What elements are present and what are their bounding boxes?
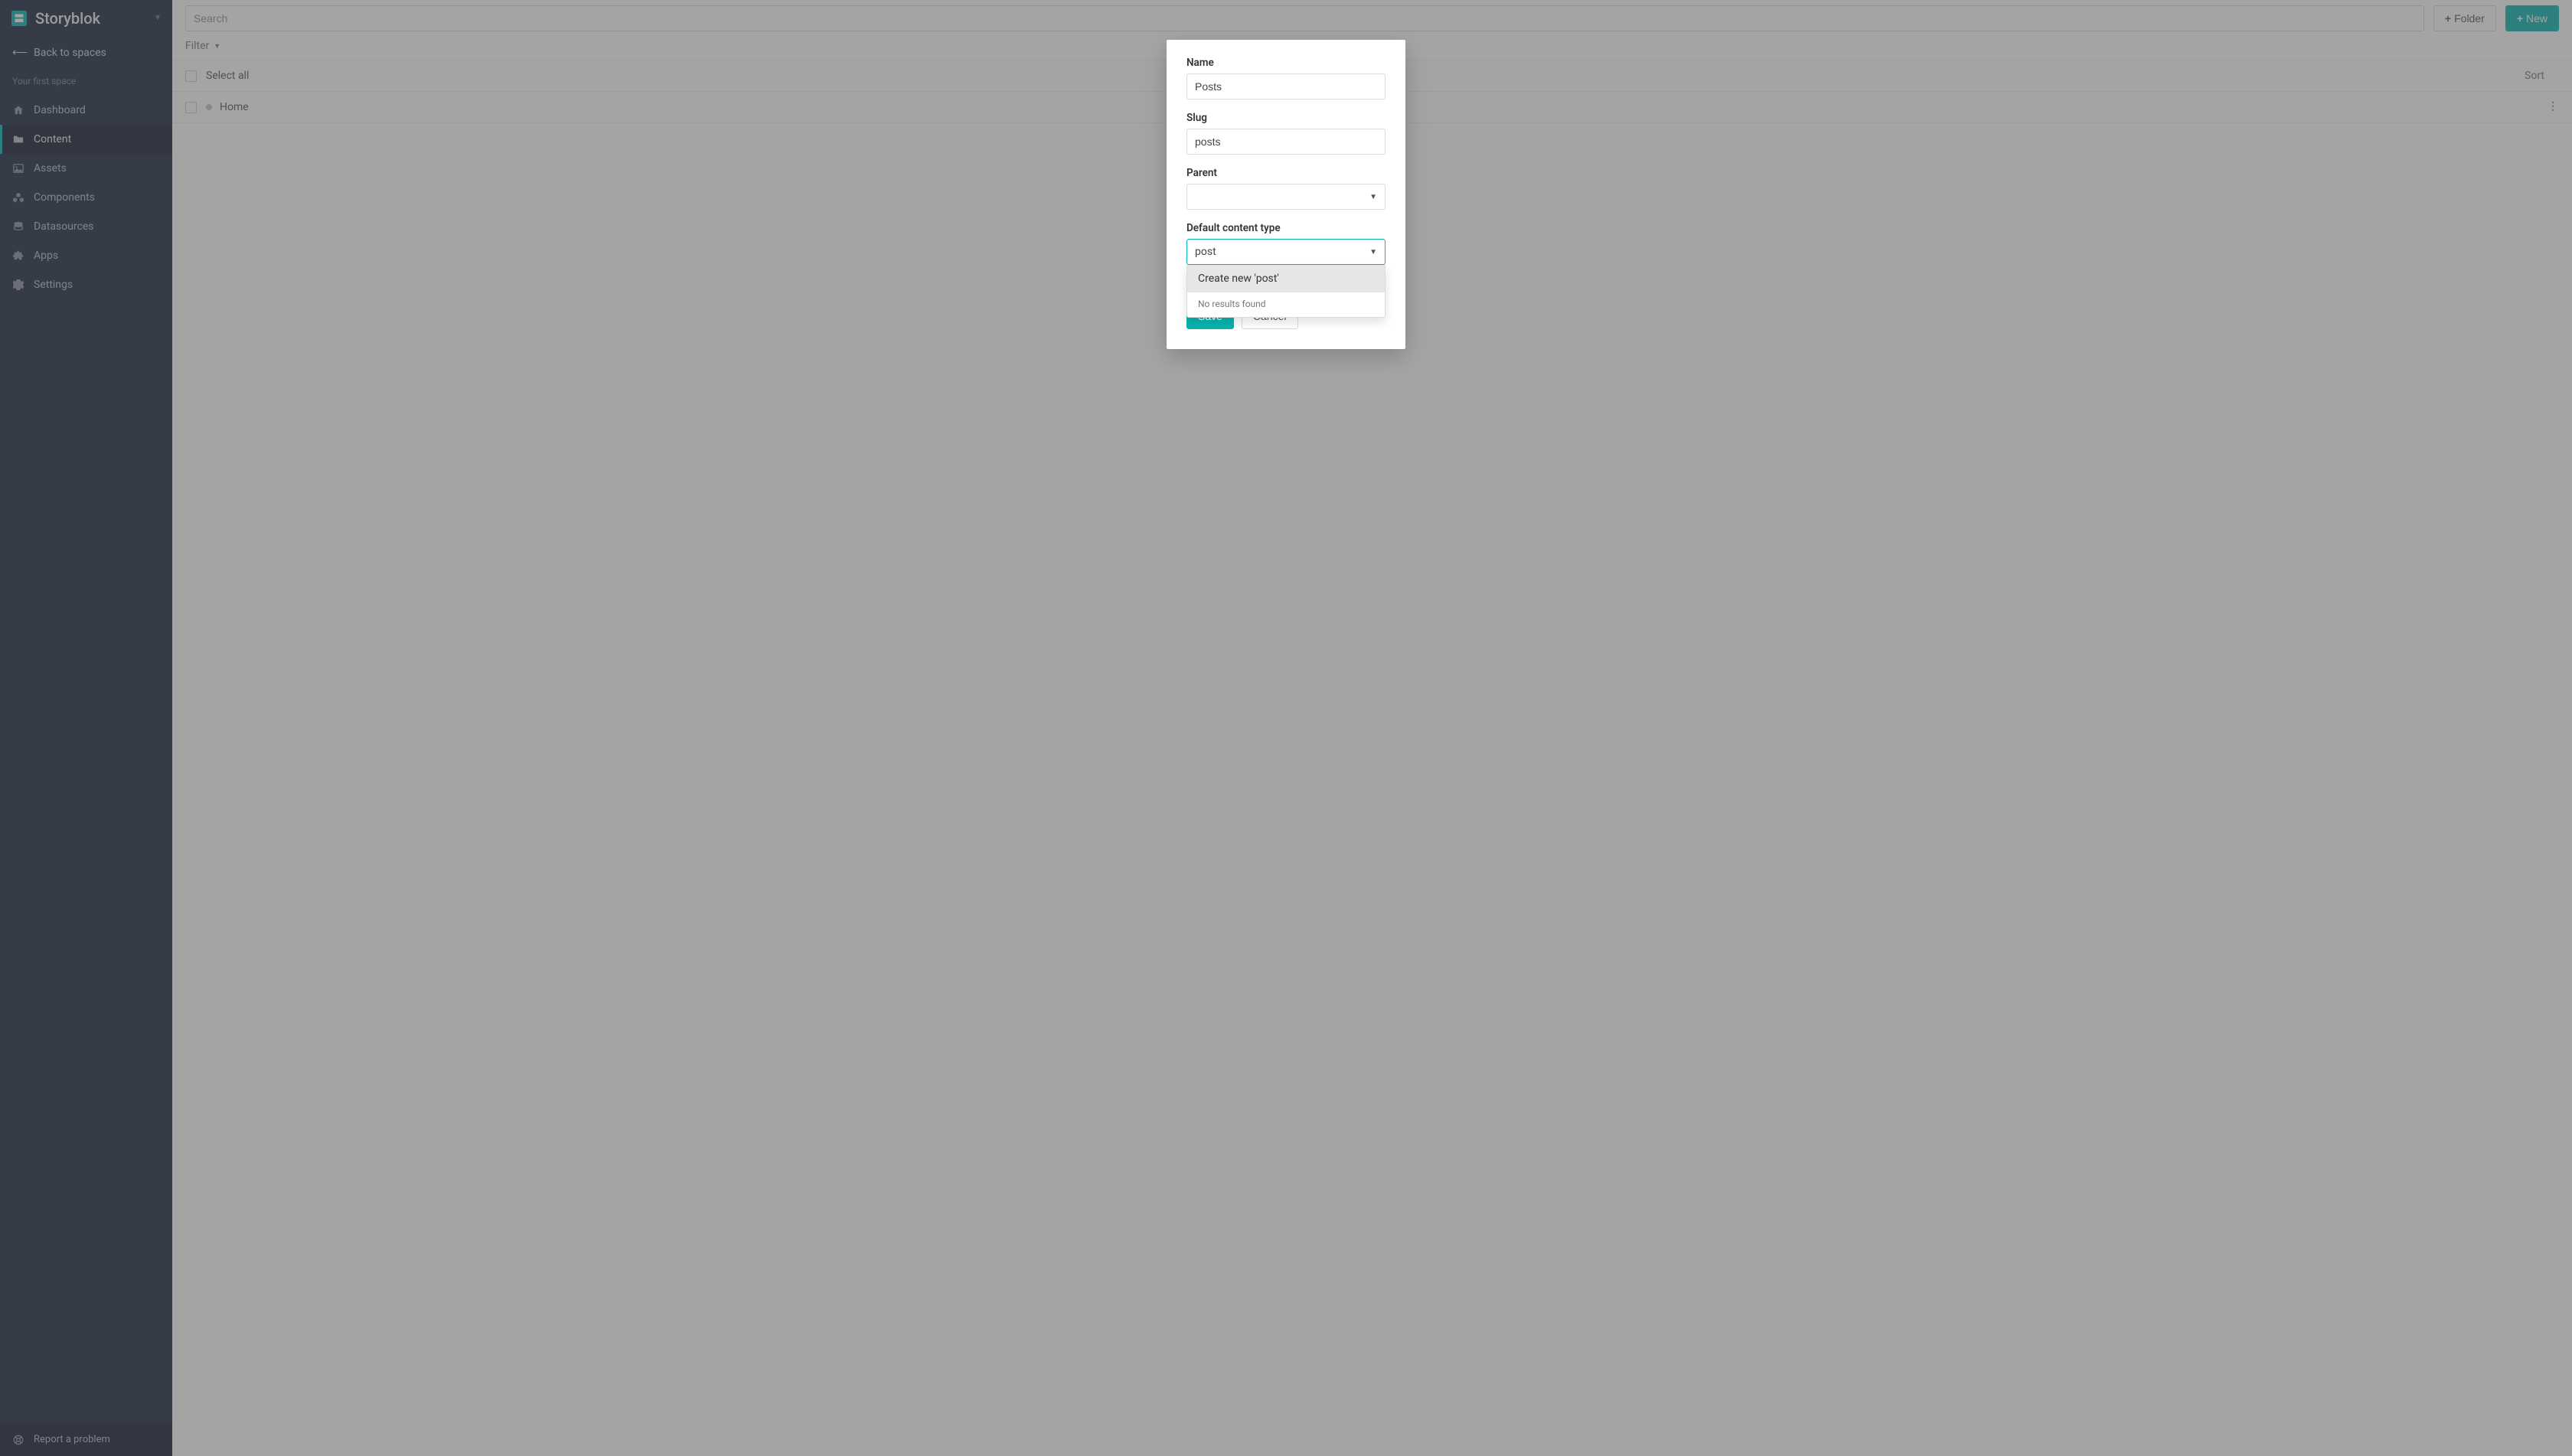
slug-label: Slug: [1186, 112, 1386, 124]
field-slug: Slug: [1186, 112, 1386, 155]
dropdown-create-new-item[interactable]: Create new 'post': [1187, 265, 1385, 292]
default-content-type-select[interactable]: post ▼: [1186, 239, 1386, 265]
caret-down-icon: ▼: [1369, 248, 1377, 256]
slug-input[interactable]: [1186, 129, 1386, 155]
field-name: Name: [1186, 57, 1386, 100]
field-default-content-type: Default content type post ▼ Create new '…: [1186, 222, 1386, 265]
caret-down-icon: ▼: [1369, 193, 1377, 201]
parent-label: Parent: [1186, 167, 1386, 179]
default-content-type-value: post: [1195, 246, 1216, 258]
create-folder-modal: Name Slug Parent ▼ Default content type …: [1167, 40, 1405, 349]
modal-overlay[interactable]: Name Slug Parent ▼ Default content type …: [0, 0, 2572, 1456]
parent-select[interactable]: ▼: [1186, 184, 1386, 210]
name-input[interactable]: [1186, 73, 1386, 100]
name-label: Name: [1186, 57, 1386, 69]
content-type-dropdown: Create new 'post' No results found: [1186, 265, 1386, 318]
dropdown-no-results: No results found: [1187, 292, 1385, 317]
default-content-type-label: Default content type: [1186, 222, 1386, 234]
field-parent: Parent ▼: [1186, 167, 1386, 210]
